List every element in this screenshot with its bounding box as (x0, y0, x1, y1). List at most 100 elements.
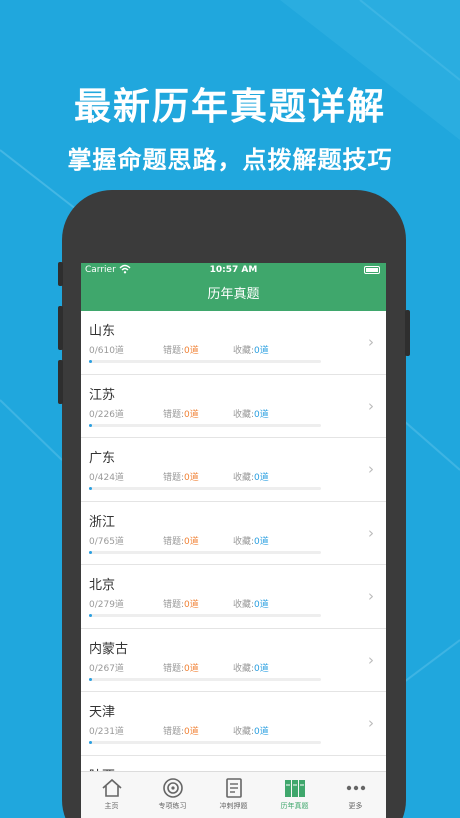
fav-label: 收藏: (233, 346, 255, 356)
wrong-stat: 错题:0道 (163, 343, 199, 356)
progress-count: 0/226道 (89, 409, 124, 420)
progress-count: 0/231道 (89, 727, 124, 737)
list-item[interactable]: 北京 0/279道 错题:0道 收藏:0道 › (81, 565, 386, 629)
wrong-label: 错题: (163, 409, 185, 420)
tab-label: 专项练习 (158, 802, 187, 810)
chevron-right-icon: › (368, 396, 374, 415)
province-name: 山东 (89, 324, 116, 339)
tab-label: 更多 (348, 802, 363, 810)
wrong-label: 错题: (163, 600, 185, 610)
fav-stat: 收藏:0道 (233, 470, 269, 483)
chevron-right-icon: › (368, 333, 374, 351)
tab-sprint[interactable]: 冲刺押题 (203, 772, 264, 818)
progress-count: 0/610道 (89, 346, 124, 356)
more-icon (344, 777, 368, 799)
fav-count: 0道 (254, 409, 269, 420)
list-item[interactable]: 内蒙古 0/267道 错题:0道 收藏:0道 › (81, 629, 386, 692)
chevron-right-icon: › (368, 650, 374, 669)
fav-stat: 收藏:0道 (233, 343, 269, 356)
progress-fill (89, 550, 92, 554)
wrong-count: 0道 (184, 346, 199, 356)
progress-fill (89, 360, 92, 363)
wrong-label: 错题: (163, 346, 185, 356)
province-name: 内蒙古 (89, 641, 129, 657)
document-icon (222, 777, 246, 799)
wrong-stat: 错题:0道 (163, 661, 199, 674)
chevron-right-icon: › (368, 460, 374, 478)
progress-count: 0/765道 (89, 536, 124, 547)
fav-label: 收藏: (233, 600, 255, 610)
fav-count: 0道 (254, 346, 269, 356)
list-item[interactable]: 浙江 0/765道 错题:0道 收藏:0道 › (81, 502, 386, 565)
progress-bar (89, 360, 321, 363)
progress-fill (89, 423, 92, 427)
wrong-count: 0道 (184, 600, 199, 610)
volume-up-button (58, 306, 63, 350)
wrong-count: 0道 (184, 536, 199, 547)
fav-stat: 收藏:0道 (233, 597, 269, 610)
list-item[interactable]: 山东 0/610道 错题:0道 收藏:0道 › (81, 311, 386, 375)
wrong-label: 错题: (163, 473, 185, 483)
promo-subtitle: 掌握命题思路，点拨解题技巧 (67, 146, 393, 174)
mute-switch (58, 262, 63, 286)
wrong-label: 错题: (163, 536, 185, 547)
progress-count: 0/279道 (89, 600, 124, 610)
wrong-stat: 错题:0道 (163, 597, 199, 610)
tab-label: 历年真题 (280, 802, 309, 810)
battery-icon (364, 266, 380, 274)
progress-fill (89, 741, 92, 744)
status-time: 10:57 AM (209, 265, 258, 275)
fav-stat: 收藏:0道 (233, 724, 269, 737)
promo-title: 最新历年真题详解 (74, 85, 386, 128)
fav-label: 收藏: (233, 663, 255, 674)
status-bar: Carrier 10:57 AM (81, 263, 386, 278)
wrong-stat: 错题:0道 (163, 407, 199, 420)
progress-count: 0/267道 (89, 663, 124, 674)
fav-count: 0道 (254, 727, 269, 737)
list-item[interactable]: 广东 0/424道 错题:0道 收藏:0道 › (81, 438, 386, 502)
province-name: 广东 (89, 451, 116, 466)
power-button (405, 310, 410, 356)
progress-fill (89, 487, 92, 490)
volume-down-button (58, 360, 63, 404)
tab-home[interactable]: 主页 (81, 772, 142, 818)
fav-stat: 收藏:0道 (233, 661, 269, 674)
province-name: 浙江 (89, 514, 116, 530)
province-list[interactable]: 山东 0/610道 错题:0道 收藏:0道 › 江苏 0/226道 错题:0道 … (81, 311, 386, 789)
progress-bar (89, 423, 321, 427)
tab-practice[interactable]: 专项练习 (142, 772, 203, 818)
progress-bar (89, 677, 321, 681)
wrong-count: 0道 (184, 727, 199, 737)
wrong-stat: 错题:0道 (163, 470, 199, 483)
nav-title: 历年真题 (81, 278, 386, 311)
books-icon (283, 777, 307, 799)
chevron-right-icon: › (368, 587, 374, 605)
wrong-stat: 错题:0道 (163, 724, 199, 737)
wrong-count: 0道 (184, 409, 199, 420)
list-item[interactable]: 江苏 0/226道 错题:0道 收藏:0道 › (81, 375, 386, 438)
chevron-right-icon: › (368, 523, 374, 542)
progress-bar (89, 487, 321, 490)
fav-count: 0道 (254, 473, 269, 483)
chevron-right-icon: › (368, 714, 374, 732)
progress-bar (89, 741, 321, 744)
tab-bar: 主页 专项练习 冲刺押题 历年真题 更多 (81, 771, 386, 818)
tab-more[interactable]: 更多 (325, 772, 386, 818)
wrong-count: 0道 (184, 663, 199, 674)
progress-count: 0/424道 (89, 473, 124, 483)
province-name: 江苏 (89, 387, 116, 403)
app-screen: Carrier 10:57 AM 历年真题 山东 0/610道 错题:0道 收藏… (81, 263, 386, 818)
home-icon (100, 777, 124, 799)
progress-bar (89, 550, 321, 554)
fav-count: 0道 (254, 536, 269, 547)
tab-past-exams[interactable]: 历年真题 (264, 772, 325, 818)
wrong-label: 错题: (163, 727, 185, 737)
progress-bar (89, 614, 321, 617)
province-name: 天津 (89, 705, 116, 720)
progress-fill (89, 677, 92, 681)
list-item[interactable]: 天津 0/231道 错题:0道 收藏:0道 › (81, 692, 386, 756)
province-name: 北京 (89, 578, 116, 593)
target-icon (161, 777, 185, 799)
wrong-label: 错题: (163, 663, 185, 674)
progress-fill (89, 614, 92, 617)
